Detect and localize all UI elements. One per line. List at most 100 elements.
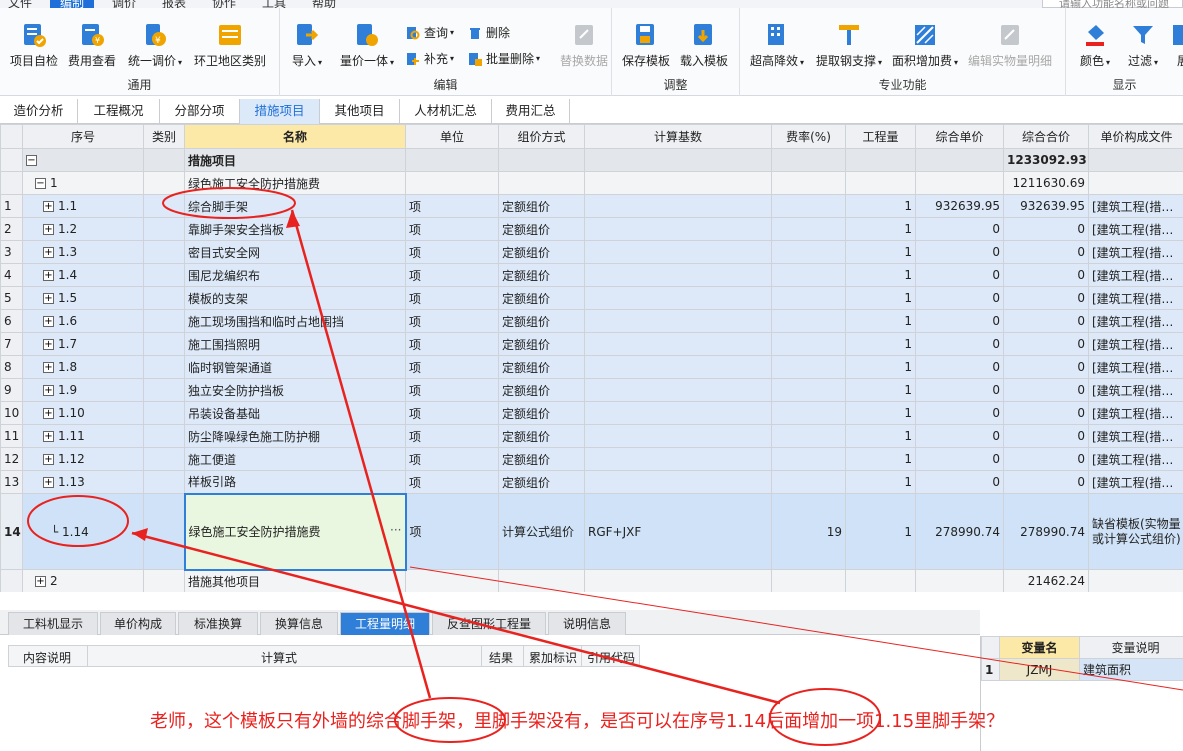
row-rate[interactable] [771, 332, 846, 356]
table-row[interactable]: 11 +1.11 防尘降噪绿色施工防护棚项定额组价 1 0 0 [建筑工程(措… [0, 424, 1183, 448]
row-pricing-method[interactable]: 定额组价 [498, 286, 585, 310]
row-unit-price[interactable]: 932639.95 [915, 194, 1004, 218]
row-unit[interactable]: 项 [405, 447, 499, 471]
row-calc-base[interactable] [584, 378, 772, 402]
row-unit[interactable]: 项 [405, 355, 499, 379]
query-button[interactable]: 查询 ▾ [406, 24, 454, 41]
batch-delete-button[interactable]: 批量删除 ▾ [468, 50, 540, 67]
row-quantity[interactable]: 1 [845, 286, 916, 310]
row-number[interactable]: 11 [0, 424, 23, 448]
table-row[interactable]: 7 +1.7 施工围挡照明项定额组价 1 0 0 [建筑工程(措… [0, 332, 1183, 356]
table-row[interactable]: 10 +1.10 吊装设备基础项定额组价 1 0 0 [建筑工程(措… [0, 401, 1183, 425]
row-unit[interactable]: 项 [405, 424, 499, 448]
row-price-file[interactable]: [建筑工程(措… [1088, 332, 1183, 356]
row-unit-price[interactable]: 0 [915, 217, 1004, 241]
table-row[interactable]: 3 +1.3 密目式安全网项定额组价 1 0 0 [建筑工程(措… [0, 240, 1183, 264]
menu-collab[interactable]: 协作 [212, 0, 236, 8]
header-unit-price[interactable]: 综合单价 [915, 124, 1004, 149]
row-pricing-method[interactable]: 计算公式组价 [498, 493, 585, 570]
row-total[interactable]: 0 [1003, 378, 1089, 402]
table-row[interactable]: 12 +1.12 施工便道项定额组价 1 0 0 [建筑工程(措… [0, 447, 1183, 471]
row-category[interactable] [143, 447, 185, 471]
row-name[interactable]: 综合脚手架 [184, 194, 406, 218]
tab-fee-summary[interactable]: 费用汇总 [492, 99, 570, 124]
row-quantity[interactable]: 1 [845, 194, 916, 218]
row-unit[interactable]: 项 [405, 194, 499, 218]
color-button[interactable]: 颜色 ▾ [1080, 22, 1110, 69]
row-category[interactable] [143, 217, 185, 241]
expand-icon[interactable]: + [43, 270, 54, 281]
row-unit-price[interactable]: 0 [915, 424, 1004, 448]
row-number[interactable]: 7 [0, 332, 23, 356]
row-rate[interactable] [771, 424, 846, 448]
header-rate[interactable]: 费率(%) [771, 124, 846, 149]
header-price-file[interactable]: 单价构成文件 [1088, 124, 1183, 149]
collapse-icon[interactable]: − [26, 155, 37, 166]
row-category[interactable] [143, 194, 185, 218]
col-formula[interactable]: 计算式 [261, 649, 297, 666]
row-pricing-method[interactable]: 定额组价 [498, 217, 585, 241]
row-seq[interactable]: +1.2 [22, 217, 144, 241]
expand-icon[interactable]: + [43, 431, 54, 442]
row-pricing-method[interactable]: 定额组价 [498, 424, 585, 448]
load-template-button[interactable]: 载入模板 [680, 22, 728, 69]
expand-icon[interactable]: + [43, 316, 54, 327]
expand-icon[interactable]: + [43, 408, 54, 419]
row-category[interactable] [143, 424, 185, 448]
row-category[interactable] [143, 309, 185, 333]
header-calc-base[interactable]: 计算基数 [584, 124, 772, 149]
row-name[interactable]: 施工便道 [184, 447, 406, 471]
row-seq[interactable]: +1.10 [22, 401, 144, 425]
row-total[interactable]: 0 [1003, 355, 1089, 379]
row-category[interactable] [143, 470, 185, 494]
row-total[interactable]: 0 [1003, 286, 1089, 310]
header-unit[interactable]: 单位 [405, 124, 499, 149]
row-calc-base[interactable] [584, 424, 772, 448]
expand-icon[interactable]: + [43, 385, 54, 396]
tab-quantity-detail[interactable]: 工程量明细 [340, 612, 430, 635]
row-unit-price[interactable]: 0 [915, 470, 1004, 494]
row-pricing-method[interactable]: 定额组价 [498, 240, 585, 264]
more-options-icon[interactable]: ··· [390, 523, 401, 537]
tab-labor-material-summary[interactable]: 人材机汇总 [400, 99, 492, 124]
row-calc-base[interactable] [584, 194, 772, 218]
search-input[interactable]: 请输入功能名称或问题 [1042, 0, 1183, 8]
row-unit-price[interactable]: 0 [915, 355, 1004, 379]
expand-button[interactable]: 展 [1170, 22, 1183, 69]
row-seq[interactable]: +1.1 [22, 194, 144, 218]
table-row[interactable]: 13 +1.13 样板引路项定额组价 1 0 0 [建筑工程(措… [0, 470, 1183, 494]
row-pricing-method[interactable]: 定额组价 [498, 309, 585, 333]
row-category[interactable] [143, 263, 185, 287]
row-unit-price[interactable]: 0 [915, 263, 1004, 287]
row-rate[interactable]: 19 [771, 493, 846, 570]
row-name[interactable]: 模板的支架 [184, 286, 406, 310]
row-quantity[interactable]: 1 [845, 332, 916, 356]
col-result[interactable]: 结果 [489, 649, 513, 666]
header-category[interactable]: 类别 [143, 124, 185, 149]
row-quantity[interactable]: 1 [845, 355, 916, 379]
row-name[interactable]: 措施其他项目 [184, 569, 406, 592]
row-category[interactable] [143, 378, 185, 402]
row-unit[interactable]: 项 [405, 263, 499, 287]
row-calc-base[interactable] [584, 447, 772, 471]
row-rate[interactable] [771, 263, 846, 287]
row-calc-base[interactable] [584, 263, 772, 287]
extract-steel-support-button[interactable]: 提取钢支撑 ▾ [816, 22, 882, 69]
row-name[interactable]: 绿色施工安全防护措施费 [184, 171, 406, 195]
menu-tools[interactable]: 工具 [262, 0, 286, 8]
menu-file[interactable]: 文件 [8, 0, 32, 8]
row-name[interactable]: 施工现场围挡和临时占地围挡 [184, 309, 406, 333]
row-seq[interactable]: +1.3 [22, 240, 144, 264]
row-category[interactable] [143, 401, 185, 425]
row-pricing-method[interactable]: 定额组价 [498, 378, 585, 402]
row-price-file[interactable]: [建筑工程(措… [1088, 286, 1183, 310]
row-unit-price[interactable]: 0 [915, 332, 1004, 356]
header-name[interactable]: 名称 [184, 124, 406, 149]
row-rate[interactable] [771, 355, 846, 379]
row-seq[interactable]: +1.6 [22, 309, 144, 333]
row-number[interactable]: 6 [0, 309, 23, 333]
row-pricing-method[interactable]: 定额组价 [498, 194, 585, 218]
row-unit[interactable]: 项 [405, 493, 499, 570]
header-pricing-method[interactable]: 组价方式 [498, 124, 585, 149]
row-name[interactable]: 临时钢管架通道 [184, 355, 406, 379]
